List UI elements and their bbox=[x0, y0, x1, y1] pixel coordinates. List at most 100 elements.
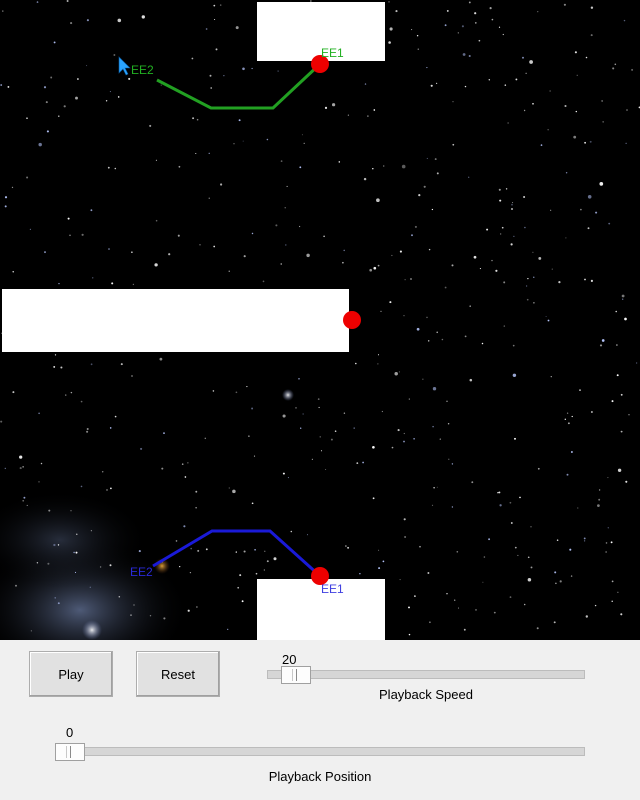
star bbox=[595, 211, 598, 214]
star bbox=[303, 142, 305, 145]
star bbox=[306, 534, 309, 536]
star bbox=[0, 420, 3, 423]
star bbox=[242, 67, 245, 71]
star bbox=[233, 143, 235, 145]
star bbox=[502, 33, 504, 36]
star bbox=[580, 208, 582, 211]
reset-button[interactable]: Reset bbox=[136, 651, 220, 697]
star bbox=[57, 602, 60, 605]
star bbox=[287, 477, 289, 479]
star bbox=[565, 237, 567, 239]
star bbox=[446, 400, 448, 403]
star bbox=[547, 319, 550, 322]
star bbox=[364, 83, 367, 85]
star bbox=[318, 406, 320, 409]
star bbox=[168, 253, 171, 256]
star bbox=[255, 572, 258, 575]
star bbox=[75, 96, 78, 100]
star bbox=[4, 205, 7, 208]
star bbox=[532, 102, 534, 105]
star bbox=[347, 546, 350, 549]
star bbox=[456, 551, 459, 553]
star bbox=[343, 249, 345, 252]
star bbox=[587, 227, 590, 230]
star bbox=[569, 548, 572, 551]
star bbox=[284, 207, 286, 209]
position-slider-track[interactable] bbox=[55, 747, 585, 756]
speed-slider-track[interactable] bbox=[267, 670, 585, 679]
star bbox=[383, 165, 385, 167]
star bbox=[90, 209, 93, 212]
star bbox=[149, 124, 152, 127]
star bbox=[362, 461, 364, 464]
star bbox=[251, 67, 253, 70]
star bbox=[377, 363, 379, 365]
star bbox=[26, 117, 28, 119]
star bbox=[92, 277, 94, 279]
star bbox=[76, 78, 79, 80]
star bbox=[191, 57, 194, 60]
star bbox=[343, 412, 346, 414]
star bbox=[397, 429, 400, 432]
star bbox=[432, 425, 434, 428]
star bbox=[342, 261, 344, 264]
star bbox=[40, 462, 43, 465]
star bbox=[372, 445, 375, 449]
star bbox=[302, 413, 304, 415]
star bbox=[262, 280, 265, 283]
star bbox=[579, 389, 581, 391]
star bbox=[515, 78, 518, 81]
star bbox=[547, 129, 549, 131]
star bbox=[22, 466, 24, 468]
star bbox=[241, 600, 244, 603]
star bbox=[441, 338, 444, 341]
star bbox=[109, 564, 112, 567]
star bbox=[48, 509, 51, 512]
star bbox=[584, 141, 586, 144]
play-button[interactable]: Play bbox=[29, 651, 113, 697]
star bbox=[323, 235, 325, 238]
star bbox=[491, 259, 493, 262]
star bbox=[611, 600, 613, 603]
star bbox=[403, 432, 405, 435]
star bbox=[573, 135, 577, 139]
star bbox=[624, 317, 627, 321]
star bbox=[22, 499, 25, 502]
star bbox=[60, 366, 63, 369]
star bbox=[155, 159, 157, 161]
star bbox=[590, 6, 594, 9]
star bbox=[454, 599, 456, 601]
bright-star bbox=[82, 620, 102, 640]
star bbox=[489, 7, 492, 10]
star bbox=[69, 234, 71, 237]
star bbox=[141, 15, 145, 19]
star bbox=[559, 580, 562, 583]
star bbox=[616, 374, 619, 377]
star bbox=[554, 571, 557, 574]
star bbox=[447, 423, 450, 425]
star bbox=[519, 496, 521, 499]
star bbox=[457, 32, 459, 34]
star bbox=[428, 248, 431, 251]
star bbox=[235, 391, 238, 394]
star bbox=[469, 305, 471, 307]
speed-slider-thumb[interactable] bbox=[281, 666, 312, 684]
position-slider-thumb[interactable] bbox=[55, 743, 85, 761]
star bbox=[29, 228, 32, 231]
star bbox=[533, 301, 535, 304]
simulation-scene: EE1 EE2 EE1 EE2 bbox=[0, 0, 640, 640]
star bbox=[290, 530, 293, 533]
star bbox=[439, 438, 441, 440]
star bbox=[242, 140, 244, 142]
star bbox=[530, 526, 532, 528]
star bbox=[30, 630, 32, 632]
star bbox=[195, 507, 197, 509]
star bbox=[298, 377, 300, 380]
star bbox=[625, 142, 627, 144]
speed-caption: Playback Speed bbox=[379, 687, 473, 702]
star bbox=[611, 400, 614, 403]
star bbox=[275, 224, 278, 227]
star bbox=[452, 143, 455, 146]
star bbox=[81, 233, 84, 236]
star bbox=[227, 628, 229, 631]
